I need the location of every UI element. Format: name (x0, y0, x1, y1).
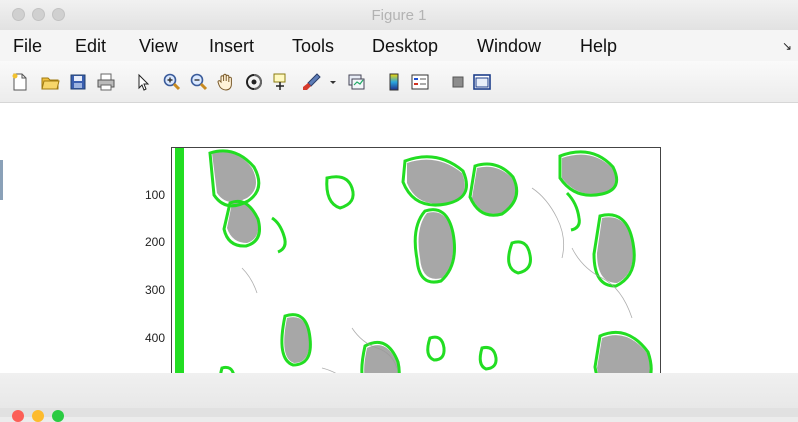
window-title: Figure 1 (371, 7, 427, 24)
ytick-label: 200 (144, 235, 165, 249)
menu-view[interactable]: View (139, 36, 178, 57)
background-close-button[interactable] (12, 410, 24, 422)
insert-legend-icon[interactable] (410, 72, 430, 92)
figure-toolbar (0, 61, 798, 103)
menu-window[interactable]: Window (477, 36, 541, 57)
menu-file[interactable]: File (13, 36, 42, 57)
open-file-icon[interactable] (40, 72, 60, 92)
new-figure-icon[interactable] (10, 72, 30, 92)
title-bar[interactable]: Figure 1 (0, 0, 798, 30)
pan-hand-icon[interactable] (216, 72, 236, 92)
zoom-in-icon[interactable] (162, 72, 182, 92)
brush-dropdown-icon[interactable] (323, 72, 336, 92)
menu-bar: File Edit View Insert Tools Desktop Wind… (0, 30, 798, 61)
ytick-label: 100 (144, 188, 165, 202)
brush-icon[interactable] (302, 72, 322, 92)
pointer-icon[interactable] (133, 72, 153, 92)
background-zoom-button[interactable] (52, 410, 64, 422)
print-icon[interactable] (96, 72, 116, 92)
dock-arrow-icon[interactable]: ↘ (782, 39, 792, 53)
background-minimize-button[interactable] (32, 410, 44, 422)
zoom-out-icon[interactable] (189, 72, 209, 92)
ytick-label: 400 (144, 331, 165, 345)
background-window-titlebar (0, 408, 798, 417)
menu-insert[interactable]: Insert (209, 36, 254, 57)
left-boundary-strip (175, 148, 184, 408)
menu-tools[interactable]: Tools (292, 36, 334, 57)
menu-edit[interactable]: Edit (75, 36, 106, 57)
data-cursor-icon[interactable] (272, 72, 292, 92)
menu-desktop[interactable]: Desktop (372, 36, 438, 57)
window-edge (0, 160, 3, 200)
menu-help[interactable]: Help (580, 36, 617, 57)
link-plot-icon[interactable] (346, 72, 366, 92)
image-axes[interactable] (171, 147, 661, 409)
segmentation-image (175, 148, 653, 408)
save-icon[interactable] (68, 72, 88, 92)
show-plot-tools-icon[interactable] (472, 72, 492, 92)
ytick-label: 300 (144, 283, 165, 297)
insert-colorbar-icon[interactable] (384, 72, 404, 92)
hide-plot-tools-icon[interactable] (448, 72, 468, 92)
rotate-3d-icon[interactable] (244, 72, 264, 92)
